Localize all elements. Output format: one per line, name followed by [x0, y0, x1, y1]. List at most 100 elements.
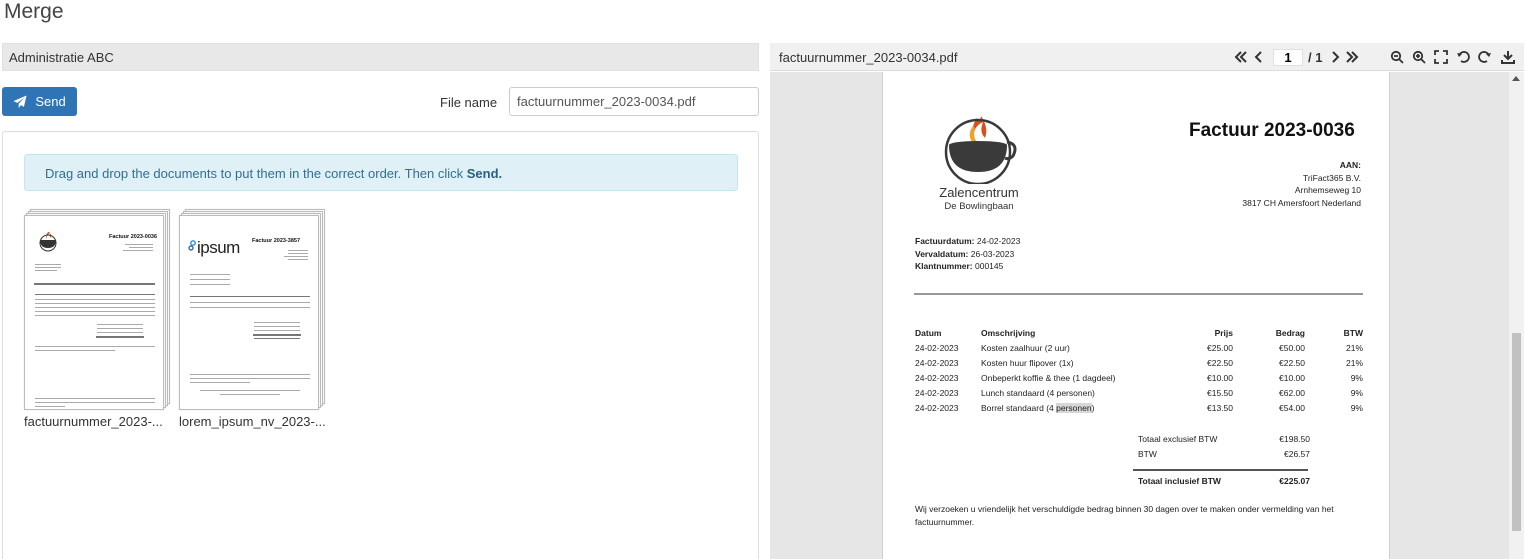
document-thumbnail[interactable]: Factuur 2023-0036	[24, 209, 170, 410]
total-value: €198.50	[1279, 434, 1310, 444]
divider	[1133, 469, 1308, 471]
cell-description: Borrel standaard (4 personen)	[981, 403, 1094, 413]
thumbnail-title: Factuur 2023-0036	[109, 234, 157, 240]
scrollbar-thumb[interactable]	[1512, 333, 1521, 531]
cell-vat: 9%	[1350, 403, 1363, 413]
last-page-icon	[1346, 51, 1359, 63]
company-brand: Zalencentrum De Bowlingbaan	[934, 185, 1024, 212]
rotate-left-icon	[1457, 51, 1470, 63]
cell-vat: 21%	[1345, 343, 1363, 353]
divider	[914, 293, 1363, 295]
meta-label: Vervaldatum:	[915, 248, 969, 259]
next-page-button[interactable]	[1326, 47, 1344, 67]
fullscreen-button[interactable]	[1432, 47, 1450, 67]
viewer-filename: factuurnummer_2023-0034.pdf	[779, 50, 958, 65]
cell-amount: €54.00	[1279, 403, 1305, 413]
recipient-line: Arnhemseweg 10	[1294, 185, 1361, 195]
first-page-button[interactable]	[1232, 47, 1250, 67]
column-header: BTW	[1343, 328, 1363, 338]
total-label: Totaal exclusief BTW	[1138, 434, 1218, 444]
cell-description: Kosten zaalhuur (2 uur)	[981, 343, 1070, 353]
invoice-title: Factuur 2023-0036	[1189, 120, 1355, 141]
grand-total-row: Totaal inclusief BTW €225.07	[1136, 476, 1310, 491]
cell-description-part: )	[1091, 403, 1095, 413]
pdf-viewer: factuurnummer_2023-0034.pdf / 1	[770, 43, 1524, 559]
payment-note: Wij verzoeken u vriendelijk het verschul…	[915, 504, 1334, 527]
cell-amount: €10.00	[1279, 373, 1305, 383]
cell-date: 24-02-2023	[915, 403, 959, 413]
vat-row: BTW €26.57	[1136, 449, 1310, 464]
document-filename: factuurnummer_2023-...	[24, 414, 163, 429]
zoom-in-icon	[1412, 50, 1426, 64]
document-thumbnail[interactable]: ipsum Factuur 2023-3857	[179, 209, 325, 410]
column-header: Omschrijving	[981, 328, 1036, 338]
file-name-label: File name	[440, 95, 498, 110]
merge-panel: Administratie ABC Send File name Drag an…	[2, 43, 759, 559]
cell-amount: €22.50	[1279, 358, 1305, 368]
download-button[interactable]	[1499, 47, 1517, 67]
page-total: / 1	[1308, 50, 1323, 65]
subtotal-row: Totaal exclusief BTW €198.50	[1136, 434, 1310, 449]
prev-page-icon	[1254, 51, 1262, 63]
cell-description: Lunch standaard (4 personen)	[981, 388, 1095, 398]
cell-date: 24-02-2023	[915, 373, 959, 383]
cell-description: Kosten huur flipover (1x)	[981, 358, 1074, 368]
send-button[interactable]: Send	[2, 87, 77, 116]
cell-price: €13.50	[1207, 403, 1233, 413]
prev-page-button[interactable]	[1250, 47, 1268, 67]
meta-value: 000145	[972, 261, 1004, 271]
cell-vat: 21%	[1345, 358, 1363, 368]
zalencentrum-logo-icon	[39, 232, 57, 252]
meta-value: 26-03-2023	[968, 248, 1015, 259]
document-card[interactable]: Factuur 2023-0036 factuurnummer_2023-...	[24, 209, 170, 429]
cell-price: €15.50	[1207, 388, 1233, 398]
cell-amount: €50.00	[1279, 343, 1305, 353]
viewer-scrollbar[interactable]	[1509, 72, 1524, 559]
meta-label: Klantnummer:	[915, 261, 973, 271]
table-row: 24-02-2023 Kosten zaalhuur (2 uur) €25.0…	[915, 343, 1363, 358]
fullscreen-icon	[1434, 50, 1448, 64]
page-number-input[interactable]	[1273, 49, 1303, 66]
table-row: 24-02-2023 Onbeperkt koffie & thee (1 da…	[915, 373, 1363, 388]
brand-subtitle: De Bowlingbaan	[944, 201, 1014, 212]
document-dropzone[interactable]: Drag and drop the documents to put them …	[2, 131, 759, 559]
cell-price: €25.00	[1207, 343, 1233, 353]
zoom-out-icon	[1390, 50, 1404, 64]
table-row: 24-02-2023 Borrel standaard (4 personen)…	[915, 403, 1363, 418]
recipient-line: TriFact365 B.V.	[1303, 172, 1361, 183]
total-value: €26.57	[1284, 449, 1310, 459]
cell-description: Onbeperkt koffie & thee (1 dagdeel)	[981, 373, 1116, 383]
page-title: Merge	[4, 0, 64, 23]
total-label: Totaal inclusief BTW	[1138, 476, 1221, 486]
document-filename: lorem_ipsum_nv_2023-...	[179, 414, 326, 429]
cell-price: €22.50	[1207, 358, 1233, 368]
rotate-left-button[interactable]	[1454, 47, 1472, 67]
total-label: BTW	[1138, 449, 1157, 459]
file-name-input[interactable]	[509, 87, 759, 116]
grand-total: Totaal inclusief BTW €225.07	[1136, 476, 1310, 491]
column-header: Bedrag	[1275, 328, 1305, 338]
instruction-send-emphasis: Send.	[466, 166, 503, 181]
recipient-label: AAN:	[1339, 160, 1361, 170]
rotate-right-button[interactable]	[1476, 47, 1494, 67]
cell-description-part: Borrel standaard (4	[981, 403, 1057, 413]
viewer-canvas[interactable]: Factuur 2023-0036 AAN: TriFact365 B.V. A…	[770, 72, 1524, 559]
last-page-button[interactable]	[1343, 47, 1361, 67]
pdf-page: Factuur 2023-0036 AAN: TriFact365 B.V. A…	[882, 72, 1390, 559]
brand-name: Zalencentrum	[939, 185, 1019, 200]
total-value: €225.07	[1279, 476, 1310, 486]
document-card[interactable]: ipsum Factuur 2023-3857 lorem_ipsum_nv_2…	[179, 209, 326, 429]
scroll-up-arrow-icon[interactable]	[1512, 76, 1520, 81]
meta-label: Factuurdatum:	[915, 236, 975, 246]
zoom-in-button[interactable]	[1410, 47, 1428, 67]
instruction-text: Drag and drop the documents to put them …	[45, 166, 467, 181]
invoice-recipient: AAN: TriFact365 B.V. Arnhemseweg 10 3817…	[1242, 159, 1361, 209]
invoice-table: Datum Omschrijving Prijs Bedrag BTW 24-0…	[915, 328, 1363, 418]
cell-vat: 9%	[1350, 388, 1363, 398]
cell-date: 24-02-2023	[915, 358, 959, 368]
zoom-out-button[interactable]	[1388, 47, 1406, 67]
paper-plane-icon	[13, 94, 27, 108]
table-row: 24-02-2023 Lunch standaard (4 personen) …	[915, 388, 1363, 403]
cell-amount: €62.00	[1279, 388, 1305, 398]
cell-price: €10.00	[1207, 373, 1233, 383]
